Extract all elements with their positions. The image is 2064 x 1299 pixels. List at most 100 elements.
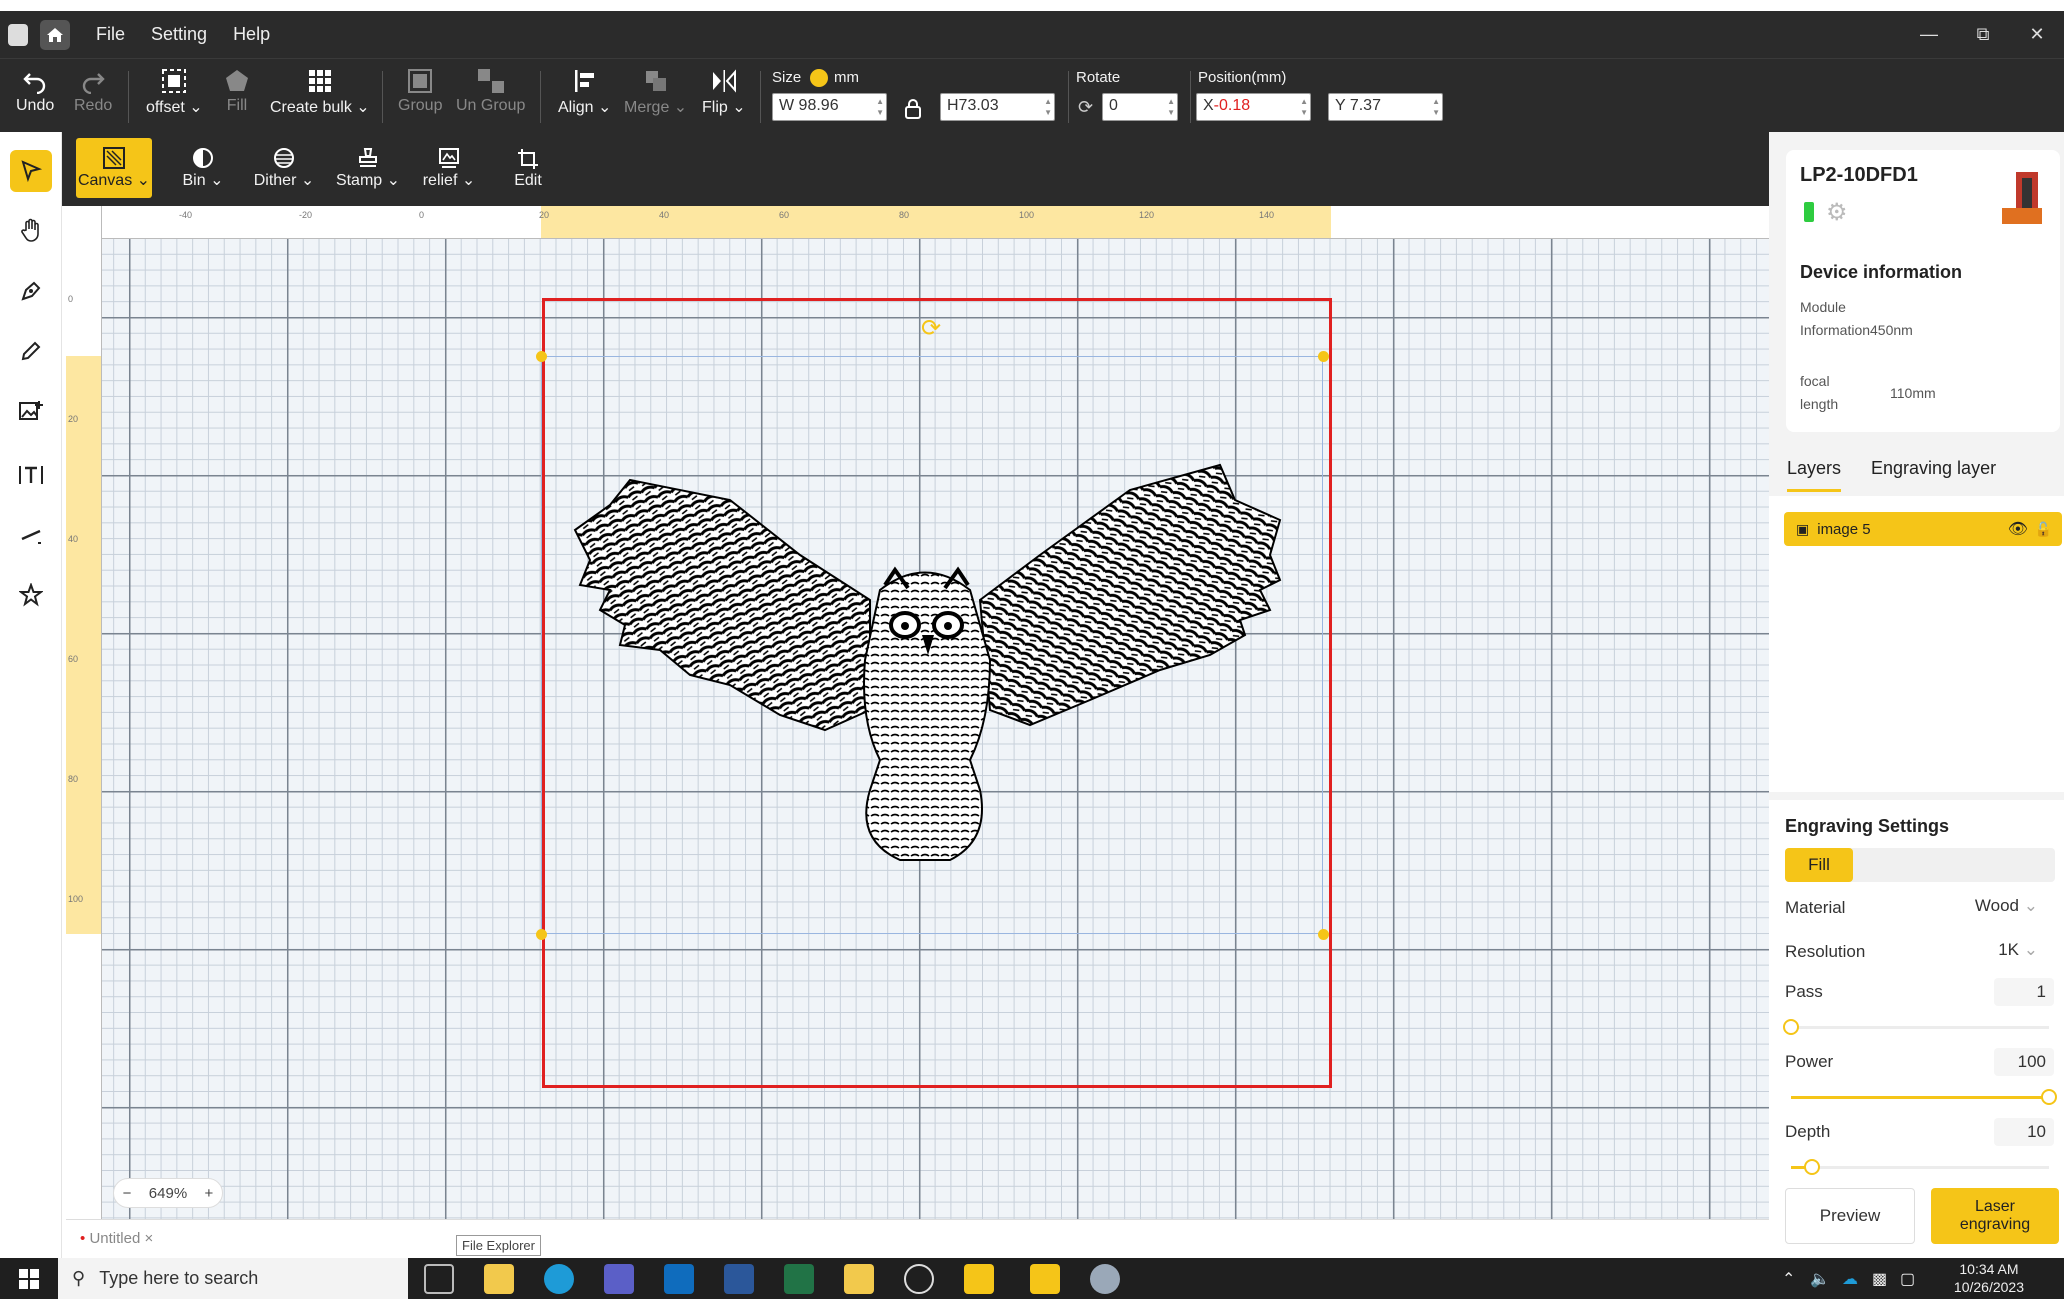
tab-layers[interactable]: Layers xyxy=(1787,458,1842,492)
dither-button[interactable]: Dither ⌄ xyxy=(238,138,330,198)
owl-image[interactable] xyxy=(570,460,1290,870)
ruler-tick-label: 20 xyxy=(68,414,79,424)
depth-slider[interactable] xyxy=(1791,1159,2049,1175)
material-select[interactable]: Wood ⌄ xyxy=(1975,896,2038,916)
select-tool[interactable] xyxy=(10,150,52,192)
group-button[interactable]: Group xyxy=(398,65,442,115)
image-add-icon xyxy=(19,401,43,420)
outlook-icon[interactable] xyxy=(664,1264,694,1294)
pass-input[interactable]: 1 xyxy=(1994,978,2054,1006)
power-slider-knob[interactable] xyxy=(2041,1089,2057,1105)
lock-icon[interactable] xyxy=(904,99,922,124)
obs-icon[interactable] xyxy=(904,1264,934,1294)
x-spinner[interactable]: ▲ ▼ xyxy=(1300,96,1308,118)
rotate-handle-icon[interactable]: ⟳ xyxy=(921,314,941,343)
onedrive-icon[interactable]: ☁ xyxy=(1842,1269,1858,1289)
file-explorer-icon[interactable] xyxy=(484,1264,514,1294)
height-field[interactable]: H73.03 ▲ ▼ xyxy=(940,93,1055,121)
layer-lock-icon[interactable]: 🔓 xyxy=(2035,521,2052,538)
y-spinner[interactable]: ▲ ▼ xyxy=(1432,96,1440,118)
relief-text: relief xyxy=(422,172,458,189)
pass-slider-knob[interactable] xyxy=(1783,1019,1799,1035)
network-icon[interactable]: ▩ xyxy=(1872,1269,1887,1289)
close-window-button[interactable]: ✕ xyxy=(2010,24,2064,45)
fill-mode-tab[interactable]: Fill xyxy=(1785,848,1853,882)
relief-button[interactable]: relief ⌄ xyxy=(406,138,492,198)
system-clock[interactable]: 10:34 AM 10/26/2023 xyxy=(1954,1260,2024,1296)
layer-item[interactable]: ▣ image 5 👁 🔓 xyxy=(1784,512,2062,546)
rotate-icon[interactable]: ⟳ xyxy=(1078,97,1093,118)
position-y-field[interactable]: Y 7.37 ▲ ▼ xyxy=(1328,93,1443,121)
width-spinner[interactable]: ▲ ▼ xyxy=(876,96,884,118)
canvas-button[interactable]: Canvas ⌄ xyxy=(76,138,152,198)
fill-button[interactable]: Fill xyxy=(224,65,250,115)
zoom-out-button[interactable]: − xyxy=(123,1185,132,1202)
menu-help[interactable]: Help xyxy=(233,24,270,45)
rotate-field[interactable]: 0 ▲ ▼ xyxy=(1102,93,1178,121)
line-tool[interactable] xyxy=(10,514,52,556)
excel-icon[interactable] xyxy=(784,1264,814,1294)
shape-tool[interactable] xyxy=(10,574,52,616)
task-view-icon[interactable] xyxy=(424,1264,454,1294)
resize-handle-bottom-left[interactable] xyxy=(536,929,547,940)
resize-handle-bottom-right[interactable] xyxy=(1318,929,1329,940)
home-button[interactable] xyxy=(40,19,70,50)
pass-slider[interactable] xyxy=(1783,1019,2049,1035)
align-button[interactable]: Align ⌄ xyxy=(558,65,611,117)
tab-engraving-layer[interactable]: Engraving layer xyxy=(1871,458,1996,479)
document-tab[interactable]: • Untitled × xyxy=(80,1230,153,1247)
display-icon[interactable]: ▢ xyxy=(1900,1269,1915,1289)
preview-button[interactable]: Preview xyxy=(1785,1188,1915,1244)
redo-button[interactable]: Redo xyxy=(74,65,112,115)
flip-button[interactable]: Flip ⌄ xyxy=(702,65,746,117)
minimize-button[interactable]: — xyxy=(1902,24,1956,45)
focal-length-label: focal length xyxy=(1800,373,1839,412)
position-x-field[interactable]: X-0.18 ▲ ▼ xyxy=(1196,93,1311,121)
edit-button[interactable]: Edit xyxy=(498,138,558,198)
offset-label: offset ⌄ xyxy=(146,99,203,116)
teams-icon[interactable] xyxy=(604,1264,634,1294)
start-button[interactable] xyxy=(0,1258,58,1299)
depth-slider-knob[interactable] xyxy=(1803,1159,1820,1175)
tray-chevron-icon[interactable]: ⌃ xyxy=(1782,1269,1795,1289)
device-settings-icon[interactable]: ⚙ xyxy=(1826,198,1848,227)
edge-browser-icon[interactable] xyxy=(544,1264,574,1294)
merge-button[interactable]: Merge ⌄ xyxy=(624,65,687,117)
hand-tool[interactable] xyxy=(10,210,52,252)
laser-engraving-button[interactable]: Laser engraving xyxy=(1931,1188,2059,1244)
create-bulk-button[interactable]: Create bulk ⌄ xyxy=(270,65,370,117)
paint-icon[interactable] xyxy=(1090,1264,1120,1294)
power-slider[interactable] xyxy=(1791,1089,2057,1105)
canvas-icon xyxy=(103,147,125,169)
width-field[interactable]: W 98.96 ▲ ▼ xyxy=(772,93,887,121)
zoom-in-button[interactable]: + xyxy=(205,1185,214,1202)
resolution-select[interactable]: 1K ⌄ xyxy=(1998,940,2038,960)
resize-handle-top-right[interactable] xyxy=(1318,351,1329,362)
taskbar-search[interactable]: ⚲ Type here to search xyxy=(58,1258,408,1299)
close-tab-icon[interactable]: × xyxy=(144,1230,153,1247)
power-input[interactable]: 100 xyxy=(1994,1048,2054,1076)
pen-tool[interactable] xyxy=(10,270,52,312)
volume-icon[interactable]: 🔈 xyxy=(1810,1269,1830,1289)
rotate-spinner[interactable]: ▲ ▼ xyxy=(1167,96,1175,118)
bin-button[interactable]: Bin ⌄ xyxy=(168,138,238,198)
menu-setting[interactable]: Setting xyxy=(151,24,207,45)
pencil-tool[interactable] xyxy=(10,330,52,372)
laser-app-icon[interactable] xyxy=(1030,1264,1060,1294)
restore-button[interactable]: ⧉ xyxy=(1956,24,2010,45)
text-tool[interactable] xyxy=(10,454,52,496)
word-icon[interactable] xyxy=(724,1264,754,1294)
app-icon[interactable] xyxy=(964,1264,994,1294)
undo-button[interactable]: Undo xyxy=(16,65,54,115)
stamp-button[interactable]: Stamp ⌄ xyxy=(322,138,414,198)
file-manager-icon[interactable] xyxy=(844,1264,874,1294)
visibility-eye-icon[interactable]: 👁 xyxy=(2008,519,2028,539)
height-spinner[interactable]: ▲ ▼ xyxy=(1044,96,1052,118)
add-image-tool[interactable] xyxy=(10,390,52,432)
offset-button[interactable]: offset ⌄ xyxy=(146,65,203,117)
menu-file[interactable]: File xyxy=(96,24,125,45)
ungroup-button[interactable]: Un Group xyxy=(456,65,525,115)
unit-toggle[interactable] xyxy=(810,69,828,87)
resize-handle-top-left[interactable] xyxy=(536,351,547,362)
depth-input[interactable]: 10 xyxy=(1994,1118,2054,1146)
